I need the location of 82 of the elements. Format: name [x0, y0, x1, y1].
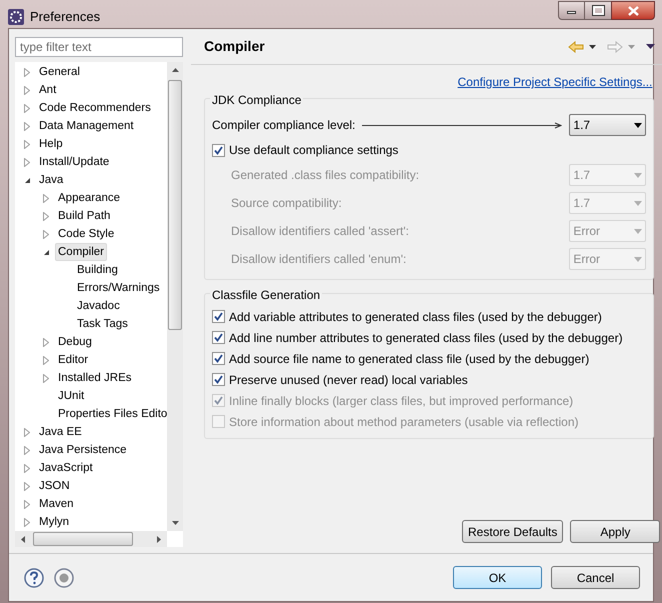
dropdown-value: 1.7 — [573, 167, 590, 184]
scroll-left-icon[interactable] — [21, 536, 25, 542]
tree-item[interactable]: Install/Update — [36, 153, 112, 171]
view-menu-icon[interactable] — [646, 44, 656, 49]
tree-item[interactable]: Compiler — [55, 243, 108, 261]
setting-label: Compiler compliance level: — [212, 117, 356, 134]
configure-settings-link[interactable]: Configure Project Specific Settings... — [456, 73, 654, 91]
maximize-button[interactable] — [585, 1, 611, 20]
tree-item[interactable]: Code Style — [55, 225, 118, 243]
forward-arrow-icon[interactable] — [607, 40, 624, 52]
caret-icon — [634, 172, 642, 178]
tree-item[interactable]: Java EE — [36, 423, 85, 441]
caret-icon — [634, 228, 642, 234]
page-title: Compiler — [204, 37, 265, 56]
expanded-triangle-icon[interactable] — [42, 248, 50, 256]
tree-item[interactable]: JUnit — [55, 387, 88, 405]
help-icon[interactable] — [24, 568, 44, 588]
close-button[interactable] — [611, 1, 655, 20]
scroll-up-icon[interactable] — [172, 68, 178, 72]
setting-label: Source compatibility: — [231, 195, 342, 212]
checkbox-label: Add variable attributes to generated class files (used by the debugger) — [229, 308, 602, 326]
caret-icon — [634, 200, 642, 206]
tree-item[interactable]: Code Recommenders — [36, 99, 154, 117]
checkbox-label: Store information about method parameters (usable via reflection) — [229, 414, 579, 430]
gear-icon — [8, 8, 24, 25]
tree-item[interactable]: Properties Files Edito — [55, 405, 167, 423]
tree-item[interactable]: General — [36, 63, 83, 81]
dropdown-value: 1.7 — [573, 195, 590, 212]
dropdown-value: Error — [573, 223, 600, 240]
checkbox[interactable] — [212, 331, 225, 344]
tree-item[interactable]: Java — [36, 171, 66, 189]
tree-item[interactable]: JavaScript — [36, 459, 96, 477]
caret-icon — [634, 122, 642, 128]
checkbox[interactable] — [212, 310, 225, 323]
dialog-button[interactable]: OK — [453, 566, 542, 589]
checkbox[interactable] — [212, 373, 225, 386]
setting-label: Disallow identifiers called 'assert': — [231, 223, 409, 240]
arrow-icon — [362, 122, 562, 128]
caret-icon — [634, 256, 642, 262]
caret-icon[interactable] — [589, 44, 596, 48]
dialog-button[interactable]: Cancel — [551, 566, 640, 589]
scroll-right-icon[interactable] — [157, 536, 161, 542]
page-button[interactable]: Restore Defaults — [462, 520, 564, 543]
tree-item[interactable]: Maven — [36, 495, 77, 513]
filter-field[interactable]: type filter text — [15, 37, 183, 57]
record-icon[interactable] — [54, 568, 74, 588]
tree-item[interactable]: Mylyn — [36, 513, 72, 531]
tree-item[interactable]: Installed JREs — [55, 369, 135, 387]
dropdown-value: 1.7 — [573, 117, 590, 134]
checkbox-label: Add line number attributes to generated class files (used by the debugger) — [229, 330, 623, 346]
tree-item[interactable]: Data Management — [36, 117, 137, 135]
tree-item[interactable]: Building — [74, 261, 121, 279]
setting-label: Generated .class files compatibility: — [231, 167, 420, 184]
checkbox-label: Add source file name to generated class file (used by the debugger) — [229, 350, 590, 368]
tree-item[interactable]: Debug — [55, 333, 95, 351]
tree-item[interactable]: Build Path — [55, 207, 114, 225]
tree-item[interactable]: Errors/Warnings — [74, 279, 163, 297]
setting-label: Disallow identifiers called 'enum': — [231, 251, 406, 268]
tree-item[interactable]: Appearance — [55, 189, 124, 207]
tree-item[interactable]: Ant — [36, 81, 60, 99]
back-arrow-icon[interactable] — [568, 40, 584, 52]
checkbox-label: Preserve unused (never read) local variables — [229, 372, 468, 388]
checkbox[interactable] — [212, 352, 225, 365]
page-button[interactable]: Apply — [570, 520, 660, 543]
tree-item[interactable]: Javadoc — [74, 297, 123, 315]
checkbox[interactable] — [212, 144, 225, 156]
tree-item[interactable]: Help — [36, 135, 66, 153]
scroll-down-icon[interactable] — [172, 521, 178, 525]
tree-item[interactable]: JSON — [36, 477, 73, 495]
checkbox-label: Inline finally blocks (larger class files, but improved performance) — [229, 392, 574, 410]
checkbox-label: Use default compliance settings — [229, 142, 398, 159]
dropdown-value: Error — [573, 251, 600, 268]
vertical-scrollbar[interactable] — [167, 62, 183, 531]
expanded-triangle-icon[interactable] — [24, 176, 30, 184]
horizontal-scrollbar[interactable] — [15, 531, 167, 547]
window-title: Preferences — [30, 8, 100, 26]
tree-item[interactable]: Task Tags — [74, 315, 131, 333]
dropdown[interactable]: 1.7 — [569, 114, 646, 136]
minimize-button[interactable] — [558, 1, 585, 20]
close-icon — [628, 6, 638, 16]
tree-item[interactable]: Java Persistence — [36, 441, 130, 459]
tree-item[interactable]: Editor — [55, 351, 92, 369]
